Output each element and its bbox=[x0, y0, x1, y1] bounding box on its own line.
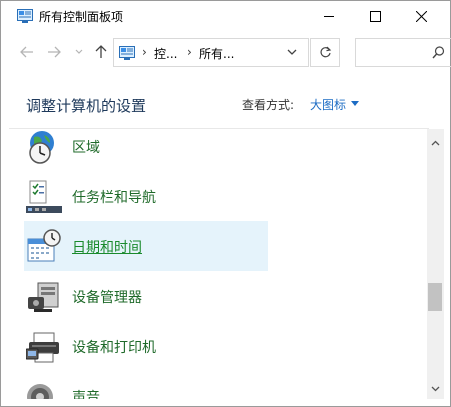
breadcrumb-separator-icon: › bbox=[142, 45, 147, 59]
scroll-up-icon[interactable] bbox=[431, 140, 440, 146]
printer-icon bbox=[26, 332, 59, 363]
minimize-button[interactable] bbox=[306, 1, 352, 32]
view-by-dropdown[interactable]: 大图标 bbox=[310, 96, 346, 113]
chevron-down-icon bbox=[75, 49, 83, 54]
item-label: 设备和打印机 bbox=[72, 340, 156, 356]
back-button[interactable] bbox=[18, 42, 36, 62]
page-title: 调整计算机的设置 bbox=[26, 97, 147, 115]
item-label: 任务栏和导航 bbox=[72, 190, 156, 206]
control-panel-icon bbox=[119, 46, 135, 60]
list-item-sound[interactable]: 声音 bbox=[24, 371, 268, 399]
forward-button[interactable] bbox=[45, 42, 63, 62]
arrow-left-icon bbox=[20, 46, 33, 58]
control-panel-window: 所有控制面板项 › 控... › 所有... 调整计算机的设置 查看方式: 大图… bbox=[0, 0, 451, 407]
control-panel-icon bbox=[17, 9, 33, 23]
vertical-scrollbar[interactable] bbox=[427, 129, 444, 399]
window-title: 所有控制面板项 bbox=[39, 10, 124, 24]
taskbar-icon bbox=[26, 180, 62, 213]
list-item-date-time[interactable]: 日期和时间 bbox=[24, 221, 268, 271]
close-icon bbox=[415, 11, 427, 22]
calendar-clock-icon bbox=[27, 229, 61, 262]
navigation-bar: › 控... › 所有... bbox=[1, 32, 451, 72]
region-globe-clock-icon bbox=[29, 131, 54, 164]
list-item-devices-printers[interactable]: 设备和打印机 bbox=[24, 321, 268, 371]
refresh-icon bbox=[319, 46, 331, 58]
maximize-icon bbox=[369, 11, 381, 22]
list-item-taskbar[interactable]: 任务栏和导航 bbox=[24, 171, 268, 221]
speaker-icon bbox=[27, 384, 53, 399]
address-bar[interactable]: › 控... › 所有... bbox=[113, 38, 309, 67]
breadcrumb-separator-icon: › bbox=[187, 45, 192, 59]
item-label: 设备管理器 bbox=[72, 290, 142, 306]
arrow-up-icon bbox=[95, 45, 107, 58]
arrow-right-icon bbox=[48, 46, 61, 58]
device-manager-icon bbox=[28, 282, 59, 312]
up-button[interactable] bbox=[92, 42, 110, 62]
chevron-down-icon[interactable] bbox=[286, 46, 298, 58]
minimize-icon bbox=[323, 16, 334, 17]
list-item-device-manager[interactable]: 设备管理器 bbox=[24, 271, 268, 321]
item-label: 声音 bbox=[72, 390, 100, 399]
breadcrumb-all-items[interactable]: 所有... bbox=[199, 45, 234, 62]
caret-down-icon[interactable] bbox=[351, 101, 359, 106]
recent-locations-button[interactable] bbox=[73, 42, 85, 62]
items-list: 区域 任务栏和导航 日期和时间 设备管理器 设备和打印机 声音 bbox=[9, 129, 427, 399]
item-label: 区域 bbox=[72, 140, 100, 156]
search-input[interactable] bbox=[355, 38, 451, 67]
search-icon bbox=[432, 46, 445, 59]
item-label: 日期和时间 bbox=[72, 240, 142, 256]
breadcrumb-control-panel[interactable]: 控... bbox=[154, 45, 177, 62]
view-by-label: 查看方式: bbox=[242, 98, 295, 112]
refresh-button[interactable] bbox=[310, 38, 340, 67]
scroll-down-icon[interactable] bbox=[431, 386, 440, 392]
maximize-button[interactable] bbox=[352, 1, 398, 32]
close-button[interactable] bbox=[398, 1, 444, 32]
title-bar: 所有控制面板项 bbox=[1, 1, 450, 32]
scrollbar-thumb[interactable] bbox=[428, 283, 442, 311]
list-item-region[interactable]: 区域 bbox=[24, 129, 268, 171]
